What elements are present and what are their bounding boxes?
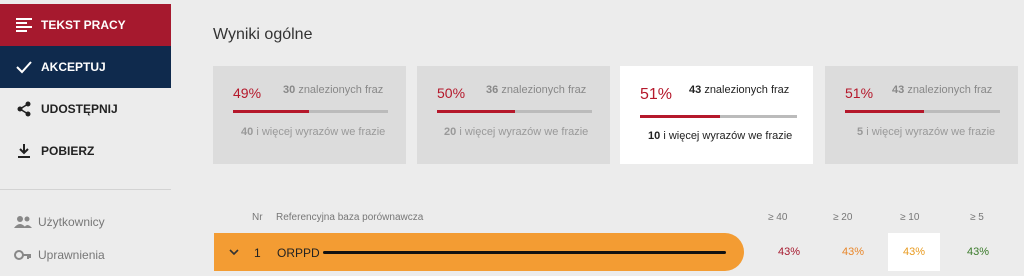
column-header-base: Referencyjna baza porównawcza [276,212,424,223]
score-10: 43% [903,246,926,258]
card-min-words-label: i więcej wyrazów we frazie [256,126,386,138]
column-header-nr: Nr [252,212,263,223]
card-progress-bar [233,110,388,113]
users-label: Użytkownicy [38,215,105,229]
text-button[interactable]: TEKST PRACY [0,4,171,46]
card-percent: 50% [437,85,466,101]
score-5: 43% [967,246,990,258]
card-progress-bar [640,115,797,118]
card-found-phrases: 43 znalezionych fraz [689,84,789,96]
share-icon [15,100,33,118]
card-found-phrases: 43 znalezionych fraz [892,84,992,96]
column-header-40[interactable]: ≥ 40 [768,212,787,223]
share-button-label: UDOSTĘPNIJ [41,102,118,116]
chevron-down-icon[interactable] [227,245,241,259]
card-min-words-count: 5 [857,126,864,138]
card-min-words-count: 20 [444,126,457,138]
sidebar-item-users[interactable]: Użytkownicy [0,208,171,236]
column-header-20[interactable]: ≥ 20 [833,212,852,223]
card-min-words-label: i więcej wyrazów we frazie [459,126,589,138]
page-title: Wyniki ogólne [213,26,313,43]
card-found-phrases: 36 znalezionych fraz [486,84,586,96]
card-min-words: 5 i więcej wyrazów we frazie [857,126,995,138]
result-card-20[interactable]: 50% 36 znalezionych fraz 20 i więcej wyr… [417,66,610,164]
download-button[interactable]: POBIERZ [0,130,171,172]
column-header-10[interactable]: ≥ 10 [900,212,919,223]
text-button-label: TEKST PRACY [41,18,126,32]
sidebar-item-permissions[interactable]: Uprawnienia [0,241,171,269]
card-found-count: 36 [486,84,499,96]
card-progress-fill [437,110,515,113]
result-card-40[interactable]: 49% 30 znalezionych fraz 40 i więcej wyr… [213,66,406,164]
card-min-words-count: 40 [241,126,254,138]
download-button-label: POBIERZ [41,144,95,158]
card-progress-bar [845,110,1000,113]
text-lines-icon [15,16,33,34]
result-card-5[interactable]: 51% 43 znalezionych fraz 5 i więcej wyra… [825,66,1018,164]
permissions-label: Uprawnienia [38,248,105,262]
users-icon [14,213,32,231]
key-icon [14,246,32,264]
card-found-count: 43 [689,84,702,96]
checkmark-icon [15,58,33,76]
download-icon [15,142,33,160]
accept-button[interactable]: AKCEPTUJ [0,46,171,88]
card-found-label: znalezionych fraz [501,84,587,96]
share-button[interactable]: UDOSTĘPNIJ [0,88,171,130]
card-progress-fill [233,110,309,113]
card-progress-fill [845,110,925,113]
card-found-count: 43 [892,84,905,96]
card-found-label: znalezionych fraz [704,84,790,96]
card-percent: 51% [845,85,874,101]
accept-button-label: AKCEPTUJ [41,60,106,74]
card-found-phrases: 30 znalezionych fraz [283,84,383,96]
card-min-words: 20 i więcej wyrazów we frazie [444,126,588,138]
row-base-name: ORPPD [277,246,320,260]
card-min-words: 40 i więcej wyrazów we frazie [241,126,385,138]
score-40: 43% [778,246,801,258]
card-progress-fill [640,115,721,118]
result-card-10[interactable]: 51% 43 znalezionych fraz 10 i więcej wyr… [620,66,813,164]
card-percent: 51% [640,86,673,103]
card-min-words: 10 i więcej wyrazów we frazie [648,130,792,142]
row-similarity-line [323,251,726,254]
card-min-words-count: 10 [648,130,661,142]
sidebar: TEKST PRACY AKCEPTUJ UDOSTĘPNIJ POBIERZ … [0,0,171,276]
row-number: 1 [254,246,261,260]
card-progress-bar [437,110,592,113]
card-min-words-label: i więcej wyrazów we frazie [866,126,996,138]
score-20: 43% [842,246,865,258]
card-percent: 49% [233,85,262,101]
column-header-5[interactable]: ≥ 5 [970,212,984,223]
card-found-count: 30 [283,84,296,96]
card-found-label: znalezionych fraz [298,84,384,96]
card-min-words-label: i więcej wyrazów we frazie [663,130,793,142]
card-found-label: znalezionych fraz [907,84,993,96]
sidebar-divider [0,189,171,190]
